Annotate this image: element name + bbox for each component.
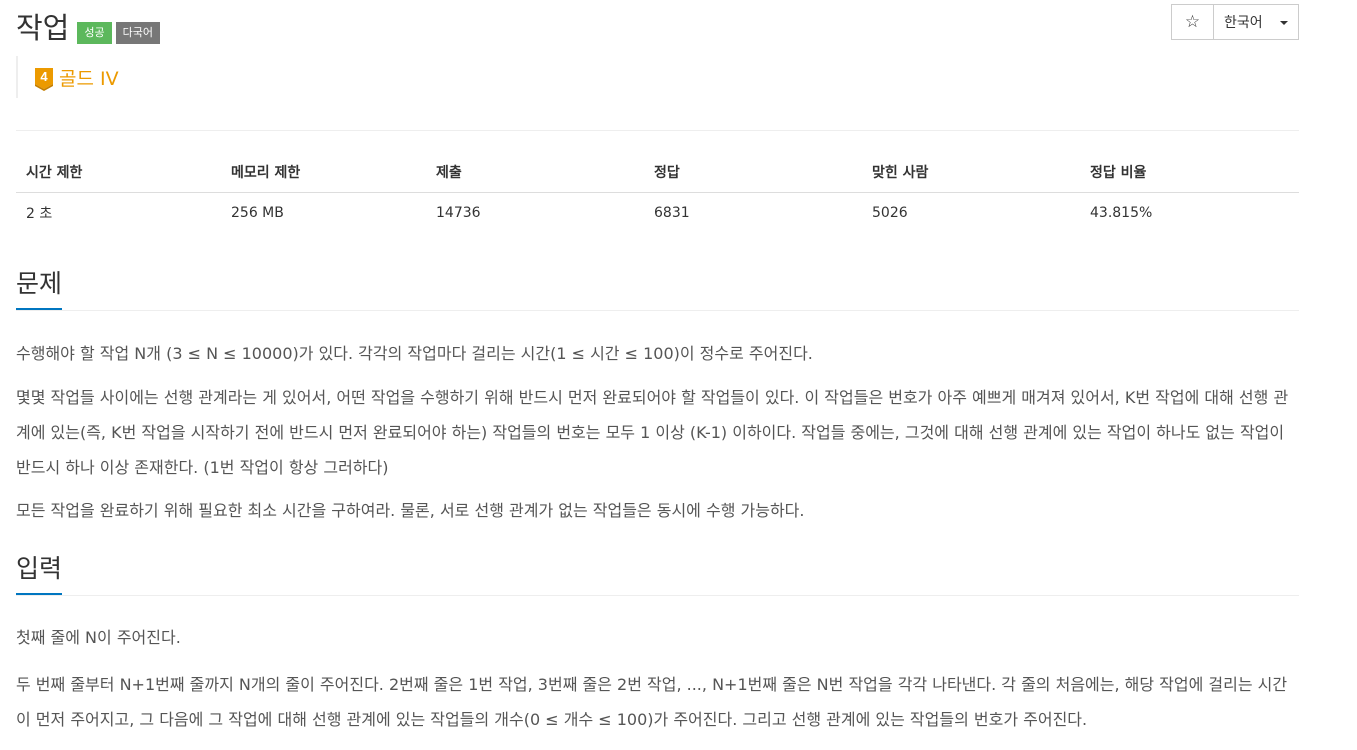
input-section-header: 입력: [16, 555, 1299, 596]
tier-badge-icon: 4: [35, 68, 53, 91]
header-accepted: 정답: [644, 152, 862, 193]
value-accept-ratio: 43.815%: [1090, 205, 1153, 221]
value-submissions[interactable]: 14736: [426, 193, 644, 234]
divider: [16, 130, 1299, 131]
problem-section-header: 문제: [16, 270, 1299, 311]
header-memory-limit: 메모리 제한: [221, 152, 426, 193]
value-time-limit: 2 초: [26, 206, 53, 222]
value-memory-limit: 256 MB: [231, 205, 284, 221]
star-icon[interactable]: ☆: [1171, 4, 1214, 40]
header-accept-ratio: 정답 비율: [1080, 152, 1299, 193]
problem-paragraph: 모든 작업을 완료하기 위해 필요한 최소 시간을 구하여라. 물론, 서로 선…: [16, 501, 805, 520]
input-paragraph: 두 번째 줄부터 N+1번째 줄까지 N개의 줄이 주어진다. 2번째 줄은 1…: [16, 675, 1288, 729]
tier-block: 4 골드 IV: [16, 56, 119, 98]
language-select[interactable]: 한국어: [1214, 4, 1299, 40]
tier-number: 4: [40, 69, 48, 84]
value-accepted[interactable]: 6831: [644, 193, 862, 234]
table-header-row: 시간 제한 메모리 제한 제출 정답 맞힌 사람 정답 비율: [16, 152, 1299, 193]
header-submissions: 제출: [426, 152, 644, 193]
language-select-label: 한국어: [1224, 15, 1263, 31]
caret-down-icon: [1280, 21, 1288, 25]
status-badge-success: 성공: [77, 22, 112, 44]
problem-info-table: 시간 제한 메모리 제한 제출 정답 맞힌 사람 정답 비율 2 초 256 M…: [16, 152, 1299, 233]
header-solvers: 맞힌 사람: [862, 152, 1080, 193]
title-row: 작업 성공 다국어: [16, 6, 160, 46]
input-paragraph: 첫째 줄에 N이 주어진다.: [16, 628, 181, 647]
problem-paragraph: 몇몇 작업들 사이에는 선행 관계라는 게 있어서, 어떤 작업을 수행하기 위…: [16, 388, 1289, 477]
problem-paragraph: 수행해야 할 작업 N개 (3 ≤ N ≤ 10000)가 있다. 각각의 작업…: [16, 344, 813, 363]
value-solvers[interactable]: 5026: [862, 193, 1080, 234]
top-controls: ☆ 한국어: [1171, 4, 1299, 40]
page-title: 작업: [16, 11, 70, 45]
table-row: 2 초 256 MB 14736 6831 5026 43.815%: [16, 193, 1299, 234]
input-section-title: 입력: [16, 555, 63, 595]
status-badge-multilang: 다국어: [115, 22, 160, 44]
header-time-limit: 시간 제한: [16, 152, 221, 193]
tier-label[interactable]: 골드 IV: [59, 64, 119, 91]
problem-section-title: 문제: [16, 270, 63, 310]
